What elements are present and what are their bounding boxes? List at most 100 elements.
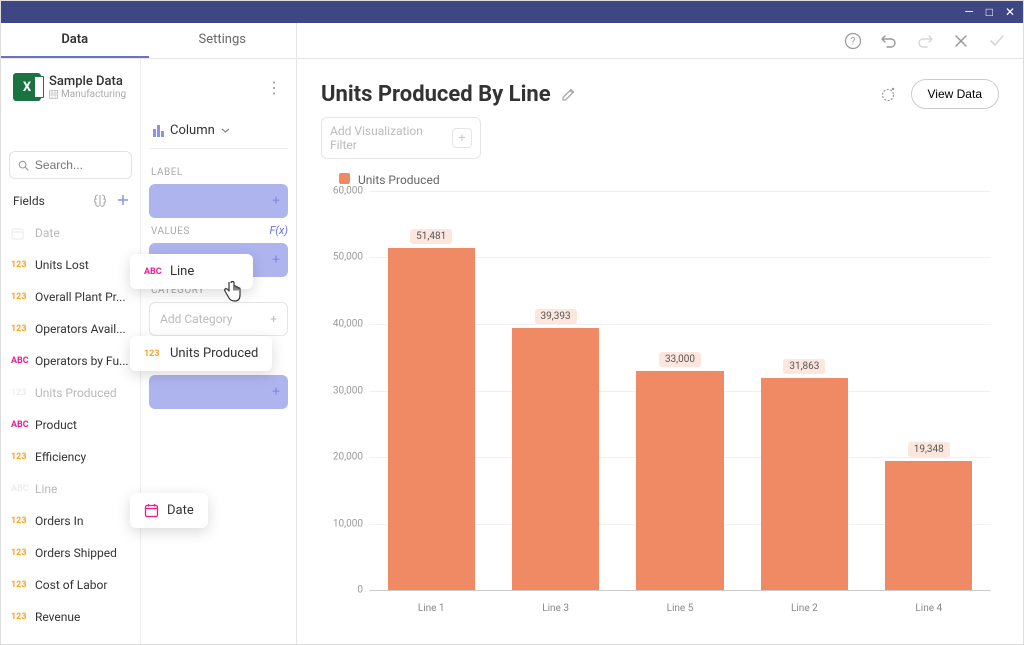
chart-legend: Units Produced: [321, 173, 999, 187]
x-tick: Line 4: [873, 603, 985, 614]
field-item[interactable]: 123Units Lost: [1, 249, 140, 281]
bar-value-label: 19,348: [908, 442, 950, 457]
legend-label: Units Produced: [358, 173, 440, 187]
add-field-icon[interactable]: [116, 193, 130, 209]
window-maximize[interactable]: □: [986, 5, 993, 19]
bar[interactable]: 31,863: [748, 191, 860, 590]
svg-text:?: ?: [851, 36, 856, 47]
left-tabs: Data Settings: [1, 23, 297, 58]
num-type-icon: 123: [11, 612, 29, 622]
field-item[interactable]: 123Operators Avail...: [1, 313, 140, 345]
field-item[interactable]: 123 Orders In: [1, 505, 140, 537]
column-chart-icon: [153, 125, 164, 137]
category-placeholder: Add Category: [160, 312, 232, 326]
filters-slot[interactable]: +: [149, 375, 288, 409]
abc-type-icon: ABC: [11, 420, 29, 430]
help-icon[interactable]: ?: [843, 31, 863, 51]
bar[interactable]: 39,393: [500, 191, 612, 590]
datasource-sub: Manufacturing: [49, 89, 126, 100]
plus-icon: +: [272, 252, 280, 268]
drag-chip-date[interactable]: Date: [130, 493, 208, 528]
field-label: Revenue: [35, 610, 130, 624]
visualization-filter[interactable]: Add Visualization Filter +: [321, 117, 481, 159]
field-label: Operators by Fu...: [35, 354, 130, 368]
tab-settings[interactable]: Settings: [149, 23, 297, 58]
category-slot[interactable]: Add Category +: [149, 302, 288, 336]
field-item[interactable]: 123Overall Plant Pr...: [1, 281, 140, 313]
y-tick: 30,000: [333, 385, 363, 396]
window-close[interactable]: ✕: [1005, 5, 1015, 19]
chart-area: 010,00020,00030,00040,00050,00060,000 51…: [321, 191, 999, 624]
y-tick: 60,000: [333, 186, 363, 197]
x-tick: Line 1: [375, 603, 487, 614]
field-item[interactable]: 123 Efficiency: [1, 441, 140, 473]
bar[interactable]: 51,481: [375, 191, 487, 590]
field-item[interactable]: 123Cost of Labor: [1, 569, 140, 601]
y-tick: 50,000: [333, 252, 363, 263]
y-tick: 0: [357, 585, 363, 596]
undo-icon[interactable]: [879, 31, 899, 51]
chart-type-picker[interactable]: Column: [149, 111, 288, 149]
y-tick: 20,000: [333, 451, 363, 462]
field-label: Orders Shipped: [35, 546, 130, 560]
fx-link[interactable]: F(x): [269, 224, 288, 237]
calendar-icon: [144, 503, 159, 518]
topbar: Data Settings ?: [1, 23, 1023, 59]
field-item[interactable]: 123 Revenue: [1, 601, 140, 633]
plus-icon: +: [272, 193, 280, 209]
num-type-icon: 123: [11, 388, 29, 398]
drag-chip-label: Line: [170, 264, 194, 279]
filter-placeholder: Add Visualization Filter: [330, 124, 444, 152]
drag-chip-units[interactable]: 123 Units Produced: [130, 336, 272, 371]
drag-chip-label: Date: [167, 503, 194, 518]
edit-title-icon[interactable]: [561, 87, 576, 102]
excel-icon: X: [13, 73, 41, 101]
field-label: Efficiency: [35, 450, 130, 464]
confirm-icon[interactable]: [987, 31, 1007, 51]
redo-icon[interactable]: [915, 31, 935, 51]
field-item[interactable]: 123Orders Shipped: [1, 537, 140, 569]
legend-swatch: [339, 173, 350, 184]
datasource-header: X Sample Data Manufacturing ⋮: [1, 59, 297, 111]
window-titlebar: — □ ✕: [1, 1, 1023, 23]
x-tick: Line 2: [748, 603, 860, 614]
chart-type-label: Column: [170, 123, 215, 138]
field-label: Date: [35, 226, 130, 240]
field-label: Product: [35, 418, 130, 432]
bar[interactable]: 33,000: [624, 191, 736, 590]
num-type-icon: 123: [11, 516, 29, 526]
plus-icon: +: [270, 312, 277, 326]
field-item[interactable]: ABC Operators by Fu...: [1, 345, 140, 377]
y-tick: 10,000: [333, 518, 363, 529]
cursor-icon: [222, 280, 242, 302]
datasource-menu[interactable]: ⋮: [262, 78, 287, 97]
field-item[interactable]: ABC Product: [1, 409, 140, 441]
field-item[interactable]: 123Units Produced: [1, 377, 140, 409]
num-type-icon: 123: [11, 452, 29, 462]
chevron-down-icon: [221, 126, 230, 135]
label-slot[interactable]: +: [149, 184, 288, 218]
x-tick: Line 3: [500, 603, 612, 614]
brain-icon[interactable]: [92, 193, 108, 209]
search-input[interactable]: [9, 151, 132, 179]
window-minimize[interactable]: —: [964, 5, 973, 19]
bar-value-label: 33,000: [659, 352, 701, 367]
cancel-icon[interactable]: [951, 31, 971, 51]
chart-settings-icon[interactable]: [879, 85, 897, 103]
search-icon: [18, 159, 29, 172]
tab-data[interactable]: Data: [1, 23, 149, 58]
abc-type-icon: ABC: [11, 356, 29, 366]
view-data-button[interactable]: View Data: [911, 79, 999, 109]
field-label: Cost of Labor: [35, 578, 130, 592]
abc-type-icon: ABC: [11, 484, 29, 494]
date-type-icon: [11, 227, 29, 240]
field-label: Orders In: [35, 514, 130, 528]
bar[interactable]: 19,348: [873, 191, 985, 590]
plus-icon: +: [272, 384, 280, 400]
values-header: VALUES: [151, 226, 190, 237]
field-item[interactable]: Date: [1, 217, 140, 249]
field-item[interactable]: ABCLine: [1, 473, 140, 505]
abc-type-icon: ABC: [144, 267, 162, 277]
field-label: Units Lost: [35, 258, 130, 272]
field-label: Overall Plant Pr...: [35, 290, 130, 304]
